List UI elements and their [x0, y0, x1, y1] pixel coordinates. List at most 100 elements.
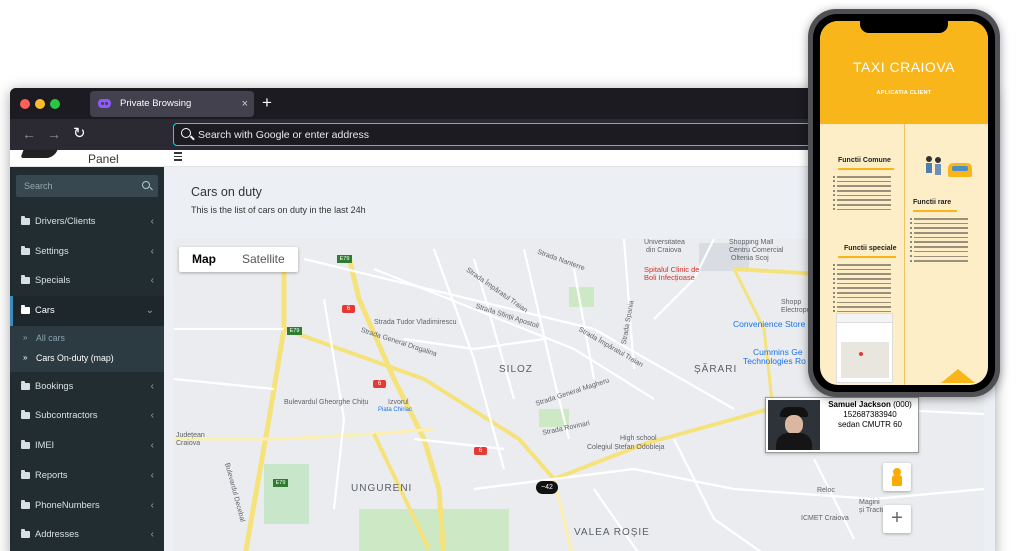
car-marker[interactable]: ~42	[536, 481, 558, 494]
close-window-button[interactable]	[20, 99, 30, 109]
sidebar-item-label: Drivers/Clients	[35, 216, 96, 226]
road-6-shield: 6	[474, 447, 487, 455]
reload-icon[interactable]: ↻	[73, 125, 86, 143]
sidebar-item-label: Settings	[35, 245, 69, 256]
map-label-str-tudor: Strada Tudor Vladimirescu	[374, 319, 457, 326]
app-subtitle: APLICATIA CLIENT	[876, 90, 932, 96]
map-type-control: Map Satellite	[179, 247, 298, 272]
sidebar-item-drivers-clients[interactable]: Drivers/Clients ‹	[10, 207, 164, 237]
folder-icon	[21, 410, 30, 420]
map-label-icmet: ICMET Craiova	[801, 515, 849, 522]
sidebar-item-cars[interactable]: Cars ⌄	[10, 296, 164, 326]
back-arrow-icon[interactable]: ←	[22, 125, 36, 143]
chevron-left-icon: ‹	[150, 216, 154, 227]
section-title-functii-speciale: Functii speciale	[844, 245, 897, 252]
maximize-window-button[interactable]	[50, 99, 60, 109]
map-label-universitatea: Universitatea	[644, 239, 685, 246]
section-underline	[838, 256, 896, 258]
map-label-colegiul: Colegiul Ștefan Odobleja	[587, 444, 665, 451]
chevron-down-icon: ⌄	[145, 305, 154, 317]
folder-icon	[21, 305, 30, 315]
map-label-siloz: SILOZ	[499, 364, 533, 375]
sidebar-search	[16, 175, 158, 197]
address-bar[interactable]	[173, 123, 833, 146]
column-divider	[904, 124, 905, 385]
map-type-satellite-button[interactable]: Satellite	[229, 247, 298, 272]
people-illustration-icon	[923, 155, 945, 179]
road-6-shield: 6	[373, 380, 386, 388]
map-label-din-craiova: din Craiova	[646, 247, 682, 254]
search-icon	[181, 128, 191, 138]
sidebar-item-settings[interactable]: Settings ‹	[10, 237, 164, 267]
sidebar-item-label: PhoneNumbers	[35, 499, 100, 510]
url-input[interactable]	[198, 126, 798, 143]
section-underline	[913, 210, 957, 212]
scroll-up-arrow-icon[interactable]	[941, 369, 975, 383]
chevron-left-icon: ‹	[150, 275, 154, 287]
submenu-item-label: Cars On-duty (map)	[36, 352, 114, 363]
private-mask-icon	[98, 99, 111, 108]
double-chevron-icon: »	[23, 332, 28, 342]
search-icon[interactable]	[142, 181, 150, 189]
hamburger-menu-icon[interactable]	[174, 152, 182, 161]
map-label-shopping-mall: Shopping Mall	[729, 239, 774, 246]
driver-info-card[interactable]: Samuel Jackson (000) 152687383940 sedan …	[765, 397, 919, 453]
taxi-logo-icon[interactable]	[20, 150, 58, 158]
chevron-left-icon: ‹	[150, 380, 154, 392]
app-preview-screenshot	[836, 313, 893, 383]
map-label-craiova: Craiova	[176, 440, 201, 447]
sidebar-item-imei[interactable]: IMEI ‹	[10, 431, 164, 461]
tab-private-browsing[interactable]: Private Browsing ×	[90, 91, 254, 117]
sidebar-item-subcontractors[interactable]: Subcontractors ‹	[10, 401, 164, 431]
tab-title: Private Browsing	[120, 98, 192, 109]
folder-icon	[21, 275, 30, 285]
taxi-illustration-icon	[948, 163, 972, 177]
sidebar-item-label: Subcontractors	[35, 410, 98, 421]
sidebar-item-specials[interactable]: Specials ‹	[10, 266, 164, 296]
sidebar-item-label: Addresses	[35, 529, 79, 540]
chevron-left-icon: ‹	[150, 529, 154, 541]
sidebar-search-input[interactable]	[24, 178, 134, 194]
panel-label: Panel	[88, 152, 119, 166]
sidebar-item-phonenumbers[interactable]: PhoneNumbers ‹	[10, 491, 164, 521]
map-label-convenience-store: Convenience Store	[733, 319, 806, 329]
submenu-item-all-cars[interactable]: » All cars	[10, 328, 164, 348]
sidebar-item-label: IMEI	[35, 440, 55, 451]
map-label-magini: Magini	[859, 499, 880, 506]
sidebar-item-reports[interactable]: Reports ‹	[10, 461, 164, 491]
section-title-functii-rare: Functii rare	[913, 199, 952, 206]
map-label-si-tracto: și Tracto	[859, 507, 886, 514]
folder-icon	[21, 469, 30, 479]
driver-phone: 152687383940	[843, 410, 897, 419]
map-label-izvorul: Izvorul	[388, 399, 409, 406]
folder-icon	[21, 529, 30, 539]
sidebar-item-bookings[interactable]: Bookings ‹	[10, 372, 164, 402]
tab-close-icon[interactable]: ×	[242, 91, 248, 117]
phone-mockup: TAXI CRAIOVA APLICATIA CLIENT Functii Co…	[808, 9, 1000, 397]
new-tab-button[interactable]: +	[262, 93, 272, 113]
map-label-technologies: Technologies Ro	[743, 356, 806, 366]
chevron-left-icon: ‹	[150, 245, 154, 257]
sidebar-menu: Drivers/Clients ‹ Settings ‹ Specials ‹ Car…	[10, 207, 164, 550]
app-header: TAXI CRAIOVA APLICATIA CLIENT	[820, 21, 988, 124]
road-6-shield: 6	[342, 305, 355, 313]
folder-icon	[21, 216, 30, 225]
street-view-pegman-icon[interactable]	[883, 463, 911, 491]
map-type-map-button[interactable]: Map	[179, 247, 229, 272]
forward-arrow-icon[interactable]: →	[47, 125, 61, 143]
zoom-in-button[interactable]: +	[883, 505, 911, 533]
driver-details: Samuel Jackson (000) 152687383940 sedan …	[822, 400, 918, 430]
chevron-left-icon: ‹	[150, 440, 154, 452]
chevron-left-icon: ‹	[150, 469, 154, 481]
e79-road-shield: E79	[273, 479, 288, 487]
minimize-window-button[interactable]	[35, 99, 45, 109]
driver-code: (000)	[893, 400, 912, 409]
section-title-functii-comune: Functii Comune	[838, 157, 891, 164]
submenu-item-label: All cars	[36, 332, 65, 343]
functii-speciale-list	[832, 263, 891, 316]
e79-road-shield: E79	[287, 327, 302, 335]
map-label-piata: Piata Chiriac	[378, 407, 413, 413]
submenu-item-cars-on-duty[interactable]: » Cars On-duty (map)	[10, 348, 164, 368]
sidebar-item-addresses[interactable]: Addresses ‹	[10, 520, 164, 550]
functii-comune-list	[832, 175, 891, 214]
